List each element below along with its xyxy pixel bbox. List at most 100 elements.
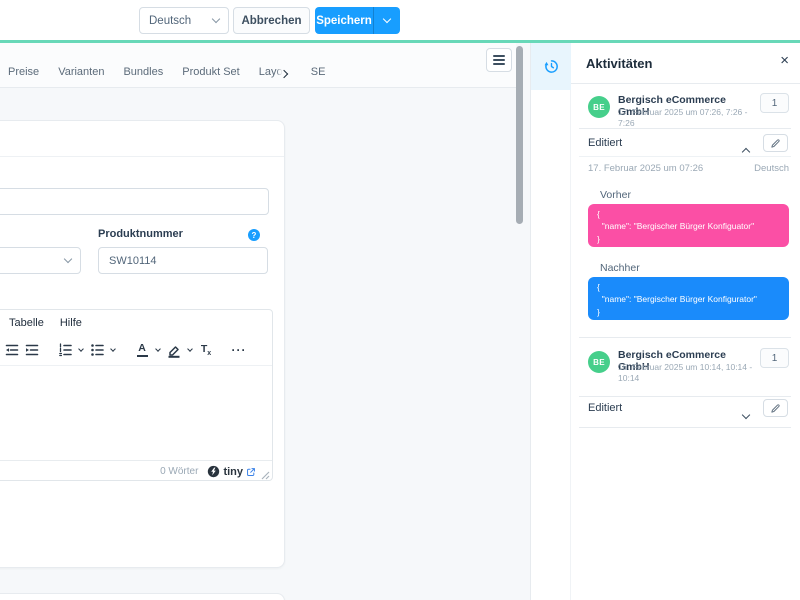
before-label: Vorher [600,189,631,201]
activity-timestamp: 16. Februar 2025 um 10:14, 10:14 - 10:14 [618,362,753,383]
menu-tabelle[interactable]: Tabelle [9,317,44,329]
clear-formatting-icon: Tx [201,343,211,357]
chevron-right-icon [280,69,288,77]
edit-action-button[interactable] [763,134,788,152]
chevron-down-icon [78,346,84,352]
highlight-color-button[interactable] [164,339,184,361]
chevron-down-icon [187,346,193,352]
tab-preise[interactable]: Preise [8,66,39,78]
select-field[interactable] [0,247,81,274]
close-button[interactable]: × [780,53,789,68]
indent-icon [24,342,40,358]
tiny-logo-icon [207,465,220,478]
tab-produkt-set[interactable]: Produkt Set [182,66,239,78]
text-color-button[interactable]: A [132,339,152,361]
history-tab-button[interactable] [531,43,571,90]
clear-formatting-button[interactable]: Tx [196,339,216,361]
external-link-icon [246,467,256,477]
divider [579,427,791,428]
tab-seo[interactable]: SE [311,66,326,78]
activity-count-badge: 1 [760,93,789,113]
pencil-icon [770,403,781,414]
more-toolbar-button[interactable]: ··· [229,339,249,361]
tabs-scroll-right-button[interactable] [276,67,292,83]
text-color-icon: A [137,343,148,357]
bullet-list-icon [89,342,105,358]
panel-header: Aktivitäten × [571,43,800,84]
divider [579,156,791,157]
language-select-value: Deutsch [149,15,191,27]
bullet-list-dropdown[interactable] [107,350,119,351]
ordered-list-dropdown[interactable] [75,350,87,351]
next-section-card [0,593,285,600]
save-dropdown-button[interactable] [373,7,400,34]
editor-menubar: Tabelle Hilfe [0,310,272,336]
divider [579,128,791,129]
general-information-card: Produktnummer ? SW10114 Tabelle Hilfe [0,120,285,568]
context-menu-button[interactable] [486,48,512,72]
panel-icon-rail [531,43,571,600]
cancel-button[interactable]: Abbrechen [233,7,310,34]
top-action-bar: Deutsch Abbrechen Speichern [0,0,800,40]
outdent-icon [4,342,20,358]
word-count: 0 Wörter [160,466,198,477]
ordered-list-button[interactable] [55,339,75,361]
chevron-down-icon [110,346,116,352]
expand-button[interactable] [743,405,749,423]
before-code-block: { "name": "Bergischer Bürger Konfiguator… [588,204,789,247]
tiny-brand-link[interactable]: tiny [207,465,256,478]
tiny-brand-label: tiny [223,466,243,478]
detail-date: 17. Februar 2025 um 07:26 [588,163,703,174]
language-select[interactable]: Deutsch [139,7,229,34]
text-field[interactable] [0,188,269,215]
history-icon [544,59,559,74]
chevron-down-icon [155,346,161,352]
tab-varianten[interactable]: Varianten [58,66,104,78]
product-number-label: Produktnummer [98,228,183,240]
product-tab-bar: Preise Varianten Bundles Produkt Set Lay… [0,43,516,88]
outdent-button[interactable] [2,339,22,361]
ordered-list-icon [57,342,73,358]
menu-lines-icon [493,55,505,57]
editor-toolbar: A Tx ··· [0,336,272,364]
chevron-up-icon [742,148,750,156]
activity-count-badge: 1 [760,348,789,368]
activity-list: BE Bergisch eCommerce GmbH 17. Februar 2… [571,84,800,600]
detail-language: Deutsch [754,163,789,174]
rich-text-editor: Tabelle Hilfe [0,309,273,481]
tab-bundles[interactable]: Bundles [123,66,163,78]
avatar: BE [588,351,610,373]
panel-title: Aktivitäten [586,56,652,71]
after-code-block: { "name": "Bergischer Bürger Konfigurato… [588,277,789,320]
divider [579,337,791,338]
bullet-list-button[interactable] [87,339,107,361]
product-number-value: SW10114 [109,255,157,267]
editor-content-area[interactable] [0,365,272,460]
activity-timestamp: 17. Februar 2025 um 07:26, 7:26 - 7:26 [618,107,758,128]
after-label: Nachher [600,262,640,274]
card-header-divider [0,156,284,157]
product-detail-main: Preise Varianten Bundles Produkt Set Lay… [0,43,530,600]
chevron-down-icon [64,255,72,263]
help-icon[interactable]: ? [248,229,260,241]
shopware-product-detail-page: Deutsch Abbrechen Speichern Preise Varia… [0,0,800,600]
main-scrollbar-thumb[interactable] [516,46,523,224]
menu-hilfe[interactable]: Hilfe [60,317,82,329]
product-number-input[interactable]: SW10114 [98,247,268,274]
divider [579,396,791,397]
activity-action-label: Editiert [588,137,622,149]
save-button[interactable]: Speichern [315,7,373,34]
collapse-button[interactable] [743,142,749,160]
resize-grip-icon[interactable] [261,471,270,480]
avatar: BE [588,96,610,118]
chevron-down-icon [742,411,750,419]
highlight-color-dropdown[interactable] [184,350,196,351]
activities-panel: Aktivitäten × BE Bergisch eCommerce GmbH… [530,43,800,600]
chevron-down-icon [212,15,220,23]
save-button-group: Speichern [315,7,400,34]
edit-action-button[interactable] [763,399,788,417]
indent-button[interactable] [22,339,42,361]
highlighter-icon [166,342,182,358]
editor-statusbar: 0 Wörter tiny [0,460,272,481]
text-color-dropdown[interactable] [152,350,164,351]
